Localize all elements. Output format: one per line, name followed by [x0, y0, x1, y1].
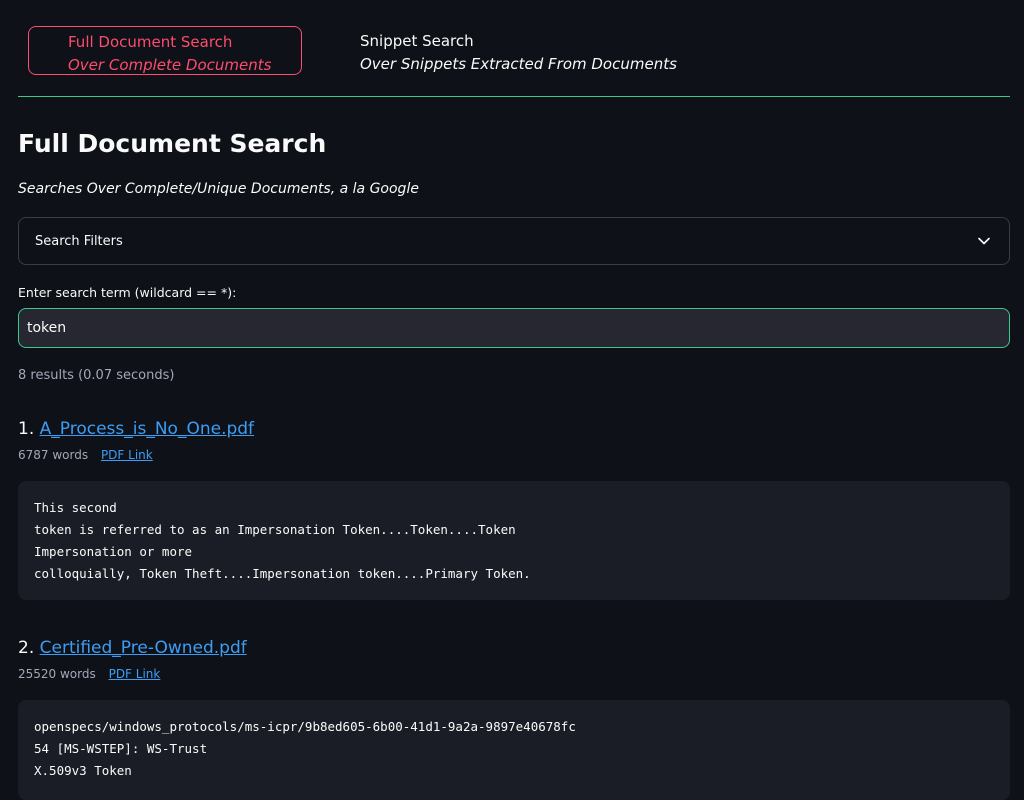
chevron-down-icon — [975, 232, 993, 250]
tab-title: Snippet Search — [360, 32, 474, 50]
result-index: 2. — [18, 638, 35, 658]
results-summary: 8 results (0.07 seconds) — [18, 368, 175, 383]
word-count: 6787 words — [18, 448, 89, 462]
result-snippet: openspecs/windows_protocols/ms-icpr/9b8e… — [18, 700, 1010, 800]
search-filters-expander[interactable]: Search Filters — [18, 217, 1010, 265]
tab-subtitle: Over Snippets Extracted From Documents — [360, 55, 677, 73]
nav-divider — [18, 96, 1010, 97]
word-count: 25520 words — [18, 667, 96, 681]
result-index: 1. — [18, 419, 35, 439]
result-item: 2. Certified_Pre-Owned.pdf 25520 words P… — [18, 635, 1010, 800]
pdf-link[interactable]: PDF Link — [101, 448, 153, 462]
result-meta: 6787 words PDF Link — [18, 446, 1010, 464]
result-filename-link[interactable]: A_Process_is_No_One.pdf — [40, 419, 254, 439]
result-meta: 25520 words PDF Link — [18, 665, 1010, 683]
search-input-label: Enter search term (wildcard == *): — [18, 285, 237, 300]
tab-subtitle: Over Complete Documents — [68, 56, 272, 74]
tab-snippet-search[interactable]: Snippet Search Over Snippets Extracted F… — [321, 26, 721, 75]
search-filters-label: Search Filters — [35, 233, 123, 249]
tab-full-document-search[interactable]: Full Document Search Over Complete Docum… — [28, 26, 302, 75]
result-heading: 1. A_Process_is_No_One.pdf — [18, 416, 1010, 442]
result-snippet: This second token is referred to as an I… — [18, 481, 1010, 600]
result-heading: 2. Certified_Pre-Owned.pdf — [18, 635, 1010, 661]
tab-title: Full Document Search — [68, 33, 233, 51]
top-navigation: Full Document Search Over Complete Docum… — [0, 0, 1024, 96]
pdf-link[interactable]: PDF Link — [109, 667, 161, 681]
page-title: Full Document Search — [18, 129, 327, 158]
page-subtitle: Searches Over Complete/Unique Documents,… — [18, 181, 419, 197]
result-item: 1. A_Process_is_No_One.pdf 6787 words PD… — [18, 416, 1010, 600]
search-input[interactable] — [18, 308, 1010, 348]
result-filename-link[interactable]: Certified_Pre-Owned.pdf — [40, 638, 247, 658]
